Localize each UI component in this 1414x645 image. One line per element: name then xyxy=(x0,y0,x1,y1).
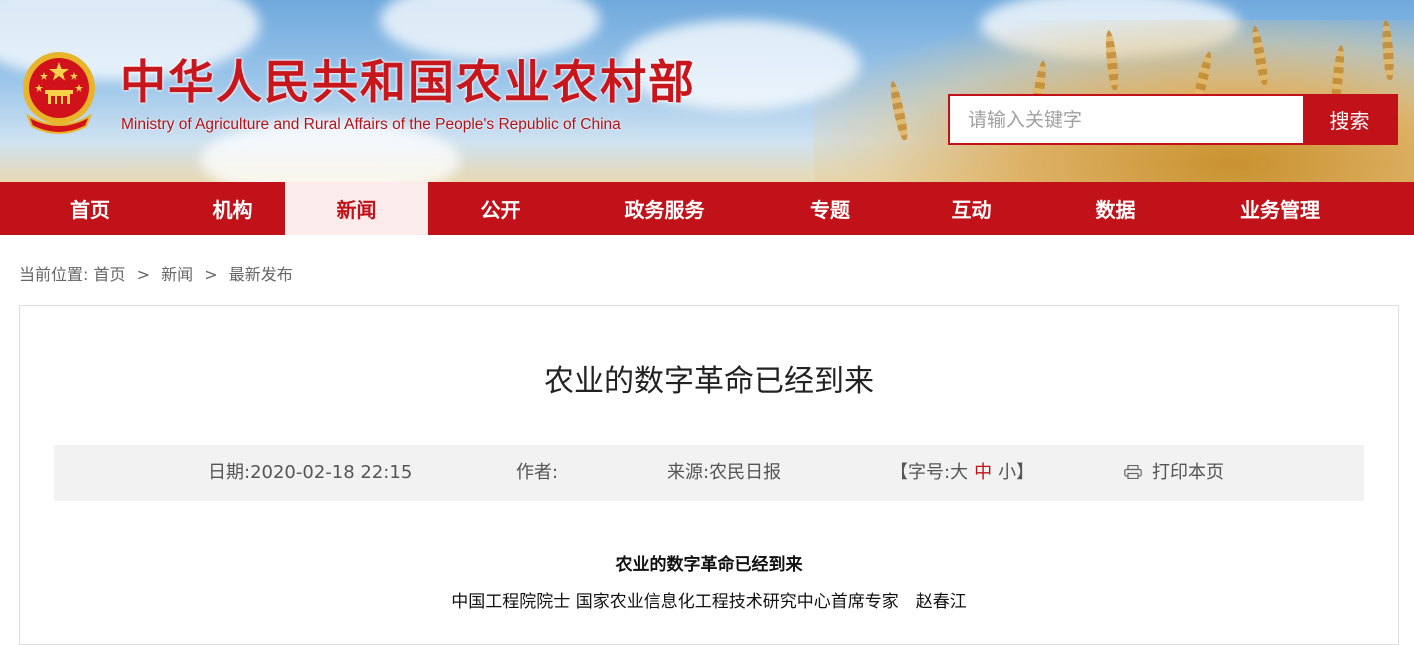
meta-date: 日期:2020-02-18 22:15 xyxy=(208,445,412,501)
print-label: 打印本页 xyxy=(1152,462,1224,483)
national-emblem-icon xyxy=(23,52,95,134)
breadcrumb-news-link[interactable]: 新闻 xyxy=(161,265,193,284)
nav-item-interaction[interactable]: 互动 xyxy=(904,182,1039,235)
meta-source-label: 来源: xyxy=(667,462,710,483)
main-nav: 首页 机构 新闻 公开 政务服务 专题 互动 数据 业务管理 xyxy=(0,182,1414,235)
nav-item-gov-services[interactable]: 政务服务 xyxy=(573,182,756,235)
nav-item-data[interactable]: 数据 xyxy=(1039,182,1192,235)
site-title: 中华人民共和国农业农村部 xyxy=(120,55,696,109)
font-size-close: 】 xyxy=(1016,462,1035,483)
site-header: 中华人民共和国农业农村部 Ministry of Agriculture and… xyxy=(0,0,1414,182)
article-title: 农业的数字革命已经到来 xyxy=(544,364,874,399)
meta-source: 来源:农民日报 xyxy=(667,445,781,501)
article-container: 农业的数字革命已经到来 日期:2020-02-18 22:15 作者: 来源:农… xyxy=(19,305,1399,645)
breadcrumb-separator: > xyxy=(136,265,151,284)
print-page-button[interactable]: 打印本页 xyxy=(1124,445,1224,501)
article-meta-bar: 日期:2020-02-18 22:15 作者: 来源:农民日报 【字号:大中小】… xyxy=(54,445,1364,501)
nav-item-public[interactable]: 公开 xyxy=(428,182,573,235)
font-size-medium-button[interactable]: 中 xyxy=(974,462,992,483)
meta-author-label: 作者: xyxy=(516,462,559,483)
meta-date-value: 2020-02-18 22:15 xyxy=(250,462,413,483)
meta-source-value: 农民日报 xyxy=(709,462,782,483)
breadcrumb-home-link[interactable]: 首页 xyxy=(94,265,126,284)
breadcrumb-latest-link[interactable]: 最新发布 xyxy=(229,265,293,284)
site-subtitle: Ministry of Agriculture and Rural Affair… xyxy=(121,116,621,133)
nav-item-organization[interactable]: 机构 xyxy=(180,182,285,235)
breadcrumb: 当前位置: 首页 > 新闻 > 最新发布 xyxy=(19,263,293,287)
meta-font-size: 【字号:大中小】 xyxy=(890,445,1034,501)
nav-item-business-management[interactable]: 业务管理 xyxy=(1192,182,1368,235)
search-button[interactable]: 搜索 xyxy=(1303,96,1396,143)
meta-date-label: 日期: xyxy=(208,462,251,483)
search-box: 搜索 xyxy=(948,94,1398,145)
font-size-large-button[interactable]: 大 xyxy=(950,462,968,483)
nav-item-home[interactable]: 首页 xyxy=(0,182,180,235)
article-body-author: 中国工程院院士 国家农业信息化工程技术研究中心首席专家 赵春江 xyxy=(451,592,967,612)
nav-item-topics[interactable]: 专题 xyxy=(756,182,904,235)
breadcrumb-prefix: 当前位置: xyxy=(19,265,89,284)
search-input[interactable] xyxy=(950,96,1303,143)
article-body-title: 农业的数字革命已经到来 xyxy=(615,555,803,575)
breadcrumb-separator: > xyxy=(204,265,218,284)
banner-cloud xyxy=(380,0,600,60)
printer-icon xyxy=(1124,465,1142,479)
font-size-open: 【字号: xyxy=(890,462,951,483)
meta-author: 作者: xyxy=(516,445,558,501)
nav-item-news[interactable]: 新闻 xyxy=(285,182,428,235)
font-size-small-button[interactable]: 小 xyxy=(998,462,1016,483)
